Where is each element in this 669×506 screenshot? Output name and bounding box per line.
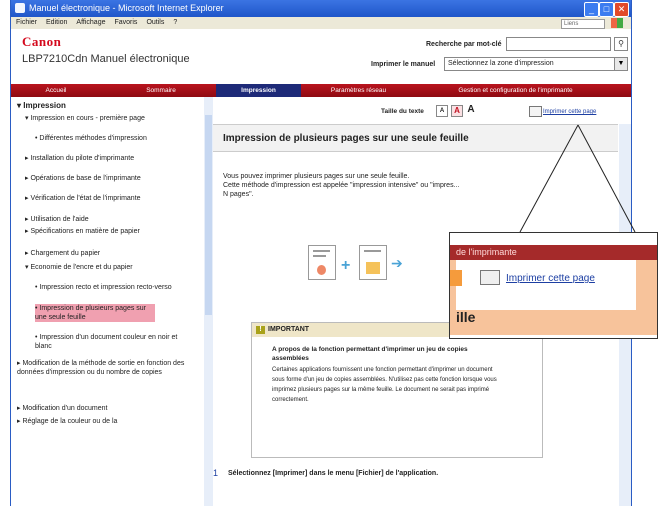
text-size-button-zoomed <box>450 270 462 286</box>
callout-title-fragment: ille <box>456 309 476 325</box>
zoom-callout: de l'imprimante Imprimer cette page ille <box>449 232 658 339</box>
printer-icon <box>480 270 500 285</box>
callout-nav-strip: de l'imprimante <box>450 245 657 260</box>
callout-print-link[interactable]: Imprimer cette page <box>506 273 595 284</box>
callout-inner-panel <box>456 260 636 310</box>
